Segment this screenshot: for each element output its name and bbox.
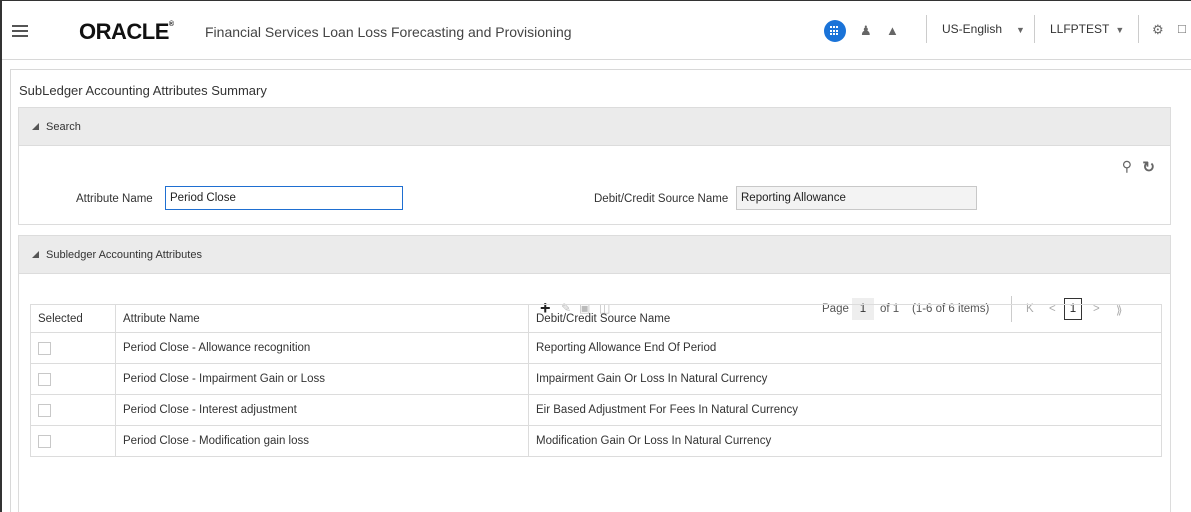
search-panel-header[interactable]: Search bbox=[19, 108, 1170, 146]
table-row[interactable]: Period Close - Allowance recognition Rep… bbox=[30, 332, 1162, 364]
header-divider bbox=[1138, 15, 1139, 43]
search-panel: Search Attribute Name Period Close Debit… bbox=[18, 107, 1171, 225]
table-row[interactable]: Period Close - Interest adjustment Eir B… bbox=[30, 394, 1162, 426]
source-name-input[interactable]: Reporting Allowance bbox=[736, 186, 977, 210]
row-checkbox[interactable] bbox=[38, 403, 51, 417]
attribute-name-cell: Period Close - Impairment Gain or Loss bbox=[115, 363, 529, 395]
oracle-logo: ORACLE® bbox=[79, 19, 174, 44]
attributes-panel-title: Subledger Accounting Attributes bbox=[46, 248, 202, 261]
row-checkbox[interactable] bbox=[38, 434, 51, 448]
row-select-cell bbox=[30, 363, 116, 395]
user-menu[interactable]: LLFPTEST ▼ bbox=[1050, 22, 1124, 36]
column-header-selected[interactable]: Selected bbox=[30, 304, 116, 333]
table-row[interactable]: Period Close - Modification gain loss Mo… bbox=[30, 425, 1162, 457]
user-tool-icon[interactable]: ♟ bbox=[860, 23, 872, 39]
attribute-name-cell: Period Close - Allowance recognition bbox=[115, 332, 529, 364]
cut-icon[interactable]: □ bbox=[1178, 21, 1186, 36]
row-select-cell bbox=[30, 425, 116, 457]
attributes-panel-header[interactable]: Subledger Accounting Attributes bbox=[19, 236, 1170, 274]
page-title: SubLedger Accounting Attributes Summary bbox=[19, 83, 267, 98]
hamburger-icon[interactable] bbox=[12, 25, 28, 37]
source-name-cell: Modification Gain Or Loss In Natural Cur… bbox=[528, 425, 1162, 457]
header-divider bbox=[1034, 15, 1035, 43]
attribute-name-cell: Period Close - Interest adjustment bbox=[115, 394, 529, 426]
column-header-source-name[interactable]: Debit/Credit Source Name bbox=[528, 304, 1162, 333]
attribute-name-label: Attribute Name bbox=[76, 193, 153, 205]
app-header: ORACLE® Financial Services Loan Loss For… bbox=[2, 1, 1191, 60]
main-content: SubLedger Accounting Attributes Summary … bbox=[10, 69, 1191, 512]
attributes-panel: Subledger Accounting Attributes + ✎ ▣ ◫ … bbox=[18, 235, 1171, 512]
search-icon[interactable]: ⚲ bbox=[1122, 158, 1132, 175]
search-panel-title: Search bbox=[46, 120, 81, 133]
sitemap-icon[interactable]: ⚙ bbox=[1152, 22, 1164, 38]
refresh-icon[interactable]: ↻ bbox=[1142, 158, 1155, 176]
chevron-down-icon: ▼ bbox=[1016, 25, 1025, 35]
source-name-cell: Reporting Allowance End Of Period bbox=[528, 332, 1162, 364]
row-checkbox[interactable] bbox=[38, 341, 51, 355]
header-divider bbox=[926, 15, 927, 43]
chevron-down-icon: ▼ bbox=[1115, 25, 1125, 35]
language-select[interactable]: US-English ▼ bbox=[942, 22, 1025, 36]
source-name-label: Debit/Credit Source Name bbox=[594, 193, 729, 205]
column-header-attribute-name[interactable]: Attribute Name bbox=[115, 304, 529, 333]
hat-icon[interactable]: ▲ bbox=[886, 23, 899, 38]
table-row[interactable]: Period Close - Impairment Gain or Loss I… bbox=[30, 363, 1162, 395]
table-header-row: Selected Attribute Name Debit/Credit Sou… bbox=[30, 304, 1162, 333]
search-form: Attribute Name Period Close Debit/Credit… bbox=[19, 146, 1170, 224]
attribute-name-cell: Period Close - Modification gain loss bbox=[115, 425, 529, 457]
attribute-name-input[interactable]: Period Close bbox=[165, 186, 403, 210]
collapse-triangle-icon bbox=[32, 251, 39, 258]
apps-icon[interactable] bbox=[824, 20, 846, 42]
source-name-cell: Impairment Gain Or Loss In Natural Curre… bbox=[528, 363, 1162, 395]
row-checkbox[interactable] bbox=[38, 372, 51, 386]
collapse-triangle-icon bbox=[32, 123, 39, 130]
source-name-cell: Eir Based Adjustment For Fees In Natural… bbox=[528, 394, 1162, 426]
app-title: Financial Services Loan Loss Forecasting… bbox=[205, 24, 572, 40]
attributes-table: Selected Attribute Name Debit/Credit Sou… bbox=[30, 304, 1162, 457]
row-select-cell bbox=[30, 394, 116, 426]
row-select-cell bbox=[30, 332, 116, 364]
